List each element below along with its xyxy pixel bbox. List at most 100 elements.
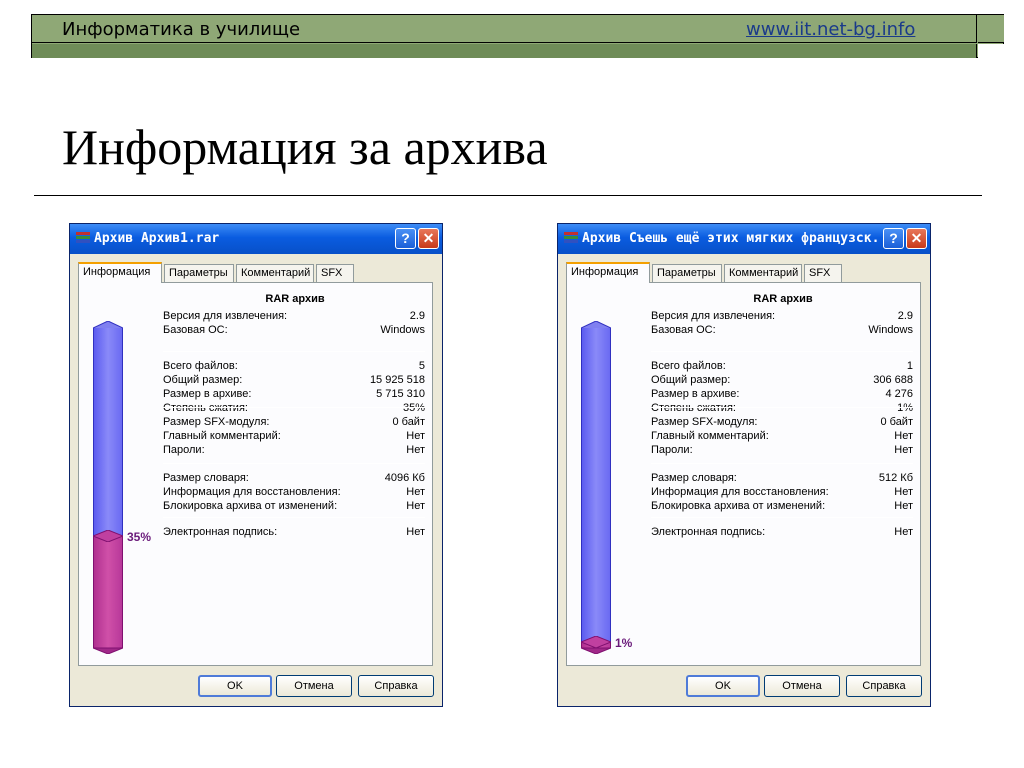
bar-filled-portion bbox=[93, 536, 123, 648]
info-row: Размер в архиве: 5 715 310 bbox=[163, 387, 425, 401]
info-value: 1 bbox=[906, 360, 913, 372]
cancel-button[interactable]: Отмена bbox=[764, 675, 840, 697]
info-label: Общий размер: bbox=[163, 374, 243, 386]
bar-level-cap bbox=[93, 530, 123, 542]
tab-sfx[interactable]: SFX bbox=[804, 264, 842, 282]
info-value: 4 276 bbox=[885, 388, 913, 400]
compression-percent: 35% bbox=[127, 530, 152, 544]
info-row: Главный комментарий: Нет bbox=[163, 429, 425, 443]
info-value: 1% bbox=[897, 402, 913, 414]
info-row: Всего файлов: 1 bbox=[651, 359, 913, 373]
info-row: Базовая ОС: Windows bbox=[163, 323, 425, 337]
info-label: Информация для восстановления: bbox=[163, 486, 341, 498]
info-label: Электронная подпись: bbox=[163, 526, 278, 538]
ok-button[interactable]: OK bbox=[198, 675, 272, 697]
archive-info-dialog-1: Архив Архив1.rar? ✕ Информация Параметры Ком… bbox=[69, 223, 443, 707]
compression-bar bbox=[93, 321, 123, 654]
info-row: Общий размер: 15 925 518 bbox=[163, 373, 425, 387]
info-panel: 35% RAR архив Версия для извлечения: 2.9 Баз… bbox=[78, 282, 433, 666]
group-separator bbox=[163, 407, 425, 408]
tab-information[interactable]: Информация bbox=[78, 262, 162, 283]
info-group: Электронная подпись: Нет bbox=[651, 525, 913, 539]
info-row: Электронная подпись: Нет bbox=[651, 525, 913, 539]
compression-percent: 1% bbox=[615, 636, 633, 650]
info-value: 0 байт bbox=[392, 416, 425, 428]
help-button[interactable]: Справка bbox=[358, 675, 434, 697]
tab-comment[interactable]: Комментарий bbox=[236, 264, 314, 282]
info-label: Размер SFX-модуля: bbox=[651, 416, 758, 428]
info-label: Размер в архиве: bbox=[651, 388, 740, 400]
info-label: Версия для извлечения: bbox=[651, 310, 776, 322]
cancel-button[interactable]: Отмена bbox=[276, 675, 352, 697]
info-row: Главный комментарий: Нет bbox=[651, 429, 913, 443]
info-row: Версия для извлечения: 2.9 bbox=[163, 309, 425, 323]
info-value: Нет bbox=[406, 430, 425, 442]
info-row: Блокировка архива от изменений: Нет bbox=[163, 499, 425, 513]
header-corner-square-lower bbox=[978, 44, 1004, 58]
tab-parameters[interactable]: Параметры bbox=[652, 264, 722, 282]
info-label: Всего файлов: bbox=[651, 360, 726, 372]
info-value: 35% bbox=[402, 402, 425, 414]
info-value: Нет bbox=[406, 500, 425, 512]
info-group: Электронная подпись: Нет bbox=[163, 525, 425, 539]
slide-title: Информация за архива bbox=[62, 119, 548, 175]
info-label: Всего файлов: bbox=[163, 360, 238, 372]
info-label: Базовая ОС: bbox=[163, 324, 228, 336]
header-corner-square bbox=[978, 15, 1004, 43]
info-row: Пароли: Нет bbox=[651, 443, 913, 457]
info-label: Размер словаря: bbox=[163, 472, 249, 484]
info-value: 2.9 bbox=[897, 310, 913, 322]
dialog-title: Архив Архив1.rar bbox=[94, 231, 220, 246]
group-separator bbox=[651, 351, 913, 352]
info-value: 306 688 bbox=[873, 374, 913, 386]
info-group: Размер словаря: 4096 Кб Информация для вос… bbox=[163, 471, 425, 513]
info-value: Нет bbox=[894, 430, 913, 442]
tab-parameters[interactable]: Параметры bbox=[164, 264, 234, 282]
title-bar[interactable]: Архив Съешь ещё этих мягких французск...… bbox=[558, 224, 930, 254]
info-group: Версия для извлечения: 2.9 Базовая ОС: Wind… bbox=[163, 309, 425, 337]
group-separator bbox=[163, 351, 425, 352]
info-value: 2.9 bbox=[409, 310, 425, 322]
archive-type-heading: RAR архив bbox=[753, 293, 813, 305]
help-button[interactable]: Справка bbox=[846, 675, 922, 697]
info-group: Размер SFX-модуля: 0 байт Главный коммента… bbox=[163, 415, 425, 457]
bar-empty-portion bbox=[93, 328, 123, 536]
info-value: 5 715 310 bbox=[376, 388, 425, 400]
slide-header: Информатика в училище www.iit.net-bg.inf… bbox=[31, 14, 1004, 58]
info-row: Пароли: Нет bbox=[163, 443, 425, 457]
info-value: 0 байт bbox=[880, 416, 913, 428]
group-separator bbox=[651, 517, 913, 518]
tab-sfx[interactable]: SFX bbox=[316, 264, 354, 282]
info-row: Базовая ОС: Windows bbox=[651, 323, 913, 337]
info-group: Размер словаря: 512 Кб Информация для восс… bbox=[651, 471, 913, 513]
info-group: Размер SFX-модуля: 0 байт Главный коммента… bbox=[651, 415, 913, 457]
tab-information[interactable]: Информация bbox=[566, 262, 650, 283]
info-panel: 1% RAR архив Версия для извлечения: 2.9 Базо… bbox=[566, 282, 921, 666]
info-row: Размер в архиве: 4 276 bbox=[651, 387, 913, 401]
group-separator bbox=[651, 463, 913, 464]
archive-type-heading: RAR архив bbox=[265, 293, 325, 305]
group-separator bbox=[163, 517, 425, 518]
info-row: Степень сжатия: 35% bbox=[163, 401, 425, 415]
title-bar[interactable]: Архив Архив1.rar? ✕ bbox=[70, 224, 442, 254]
info-row: Информация для восстановления: Нет bbox=[163, 485, 425, 499]
info-label: Степень сжатия: bbox=[163, 402, 248, 414]
info-row: Всего файлов: 5 bbox=[163, 359, 425, 373]
info-value: 512 Кб bbox=[878, 472, 913, 484]
close-icon[interactable]: ✕ bbox=[906, 228, 927, 249]
info-row: Общий размер: 306 688 bbox=[651, 373, 913, 387]
help-icon[interactable]: ? bbox=[883, 228, 904, 249]
dialog-title: Архив Съешь ещё этих мягких французск... bbox=[582, 231, 882, 246]
title-divider bbox=[34, 195, 982, 196]
tab-comment[interactable]: Комментарий bbox=[724, 264, 802, 282]
group-separator bbox=[163, 463, 425, 464]
info-label: Размер SFX-модуля: bbox=[163, 416, 270, 428]
ok-button[interactable]: OK bbox=[686, 675, 760, 697]
header-title: Информатика в училище bbox=[62, 19, 301, 40]
info-value: Нет bbox=[406, 486, 425, 498]
header-url-link[interactable]: www.iit.net-bg.info bbox=[746, 19, 915, 40]
close-icon[interactable]: ✕ bbox=[418, 228, 439, 249]
info-label: Размер в архиве: bbox=[163, 388, 252, 400]
help-icon[interactable]: ? bbox=[395, 228, 416, 249]
info-row: Размер SFX-модуля: 0 байт bbox=[651, 415, 913, 429]
